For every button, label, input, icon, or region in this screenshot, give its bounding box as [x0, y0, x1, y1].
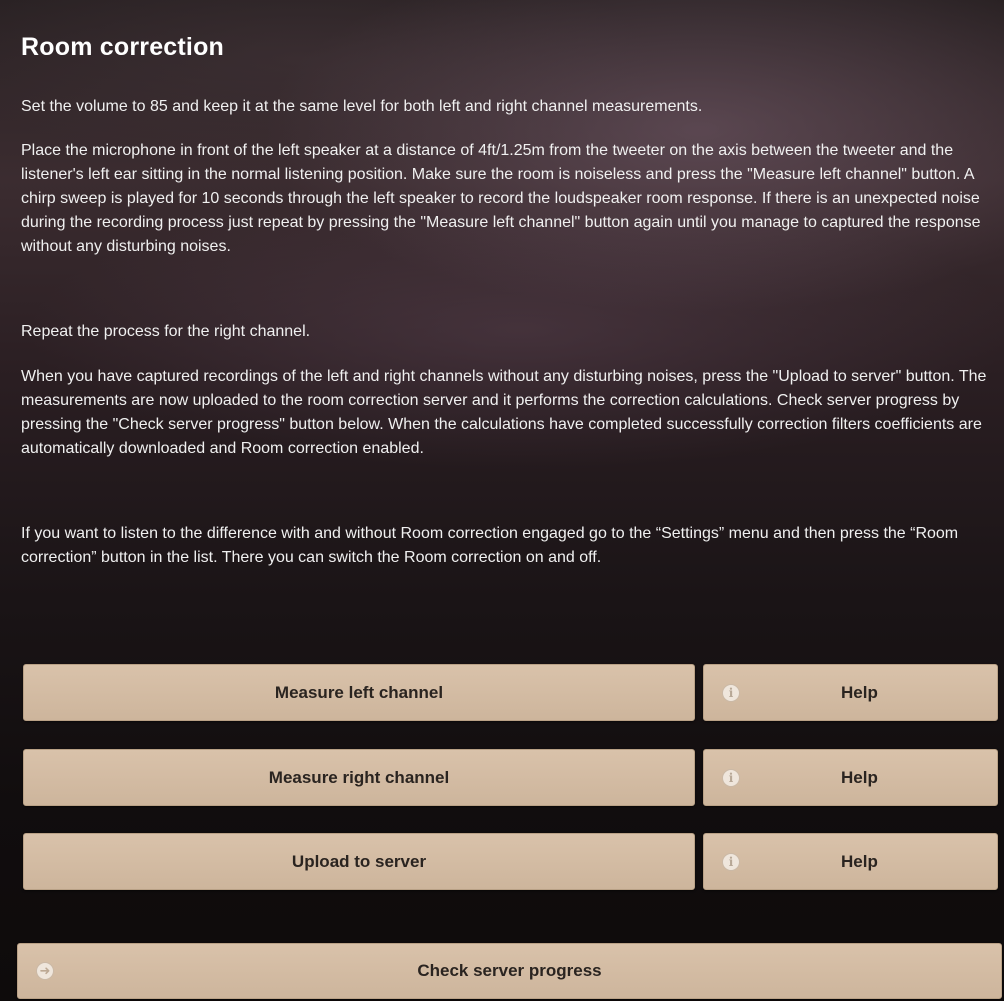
info-icon: i: [722, 768, 740, 787]
upload-to-server-button[interactable]: Upload to server: [23, 833, 695, 890]
instruction-paragraph-settings: If you want to listen to the difference …: [21, 525, 959, 566]
arrow-right-icon: ➜: [36, 962, 54, 980]
help-button-right-channel[interactable]: i Help: [703, 749, 998, 806]
instruction-paragraph-upload: When you have captured recordings of the…: [21, 368, 987, 457]
measure-left-channel-label: Measure left channel: [274, 682, 444, 702]
help-label: Help: [841, 851, 878, 871]
measure-right-channel-button[interactable]: Measure right channel: [23, 749, 695, 806]
instruction-paragraph-volume: Set the volume to 85 and keep it at the …: [21, 98, 703, 115]
help-label: Help: [841, 767, 878, 787]
room-correction-page: Room correction Set the volume to 85 and…: [0, 0, 1004, 1001]
help-label: Help: [841, 682, 878, 702]
help-button-upload[interactable]: i Help: [703, 833, 998, 890]
info-icon: i: [722, 852, 740, 871]
measure-left-channel-button[interactable]: Measure left channel: [23, 664, 695, 721]
check-server-progress-label: Check server progress: [417, 961, 602, 980]
upload-to-server-label: Upload to server: [291, 851, 427, 871]
page-title: Room correction: [21, 33, 225, 61]
info-icon: i: [722, 683, 740, 702]
instruction-paragraph-left-measurement: Place the microphone in front of the lef…: [21, 142, 981, 255]
instruction-paragraph-right-measurement: Repeat the process for the right channel…: [21, 323, 311, 340]
help-button-left-channel[interactable]: i Help: [703, 664, 998, 721]
check-server-progress-button[interactable]: ➜ Check server progress: [17, 943, 1002, 999]
measure-right-channel-label: Measure right channel: [268, 767, 450, 787]
